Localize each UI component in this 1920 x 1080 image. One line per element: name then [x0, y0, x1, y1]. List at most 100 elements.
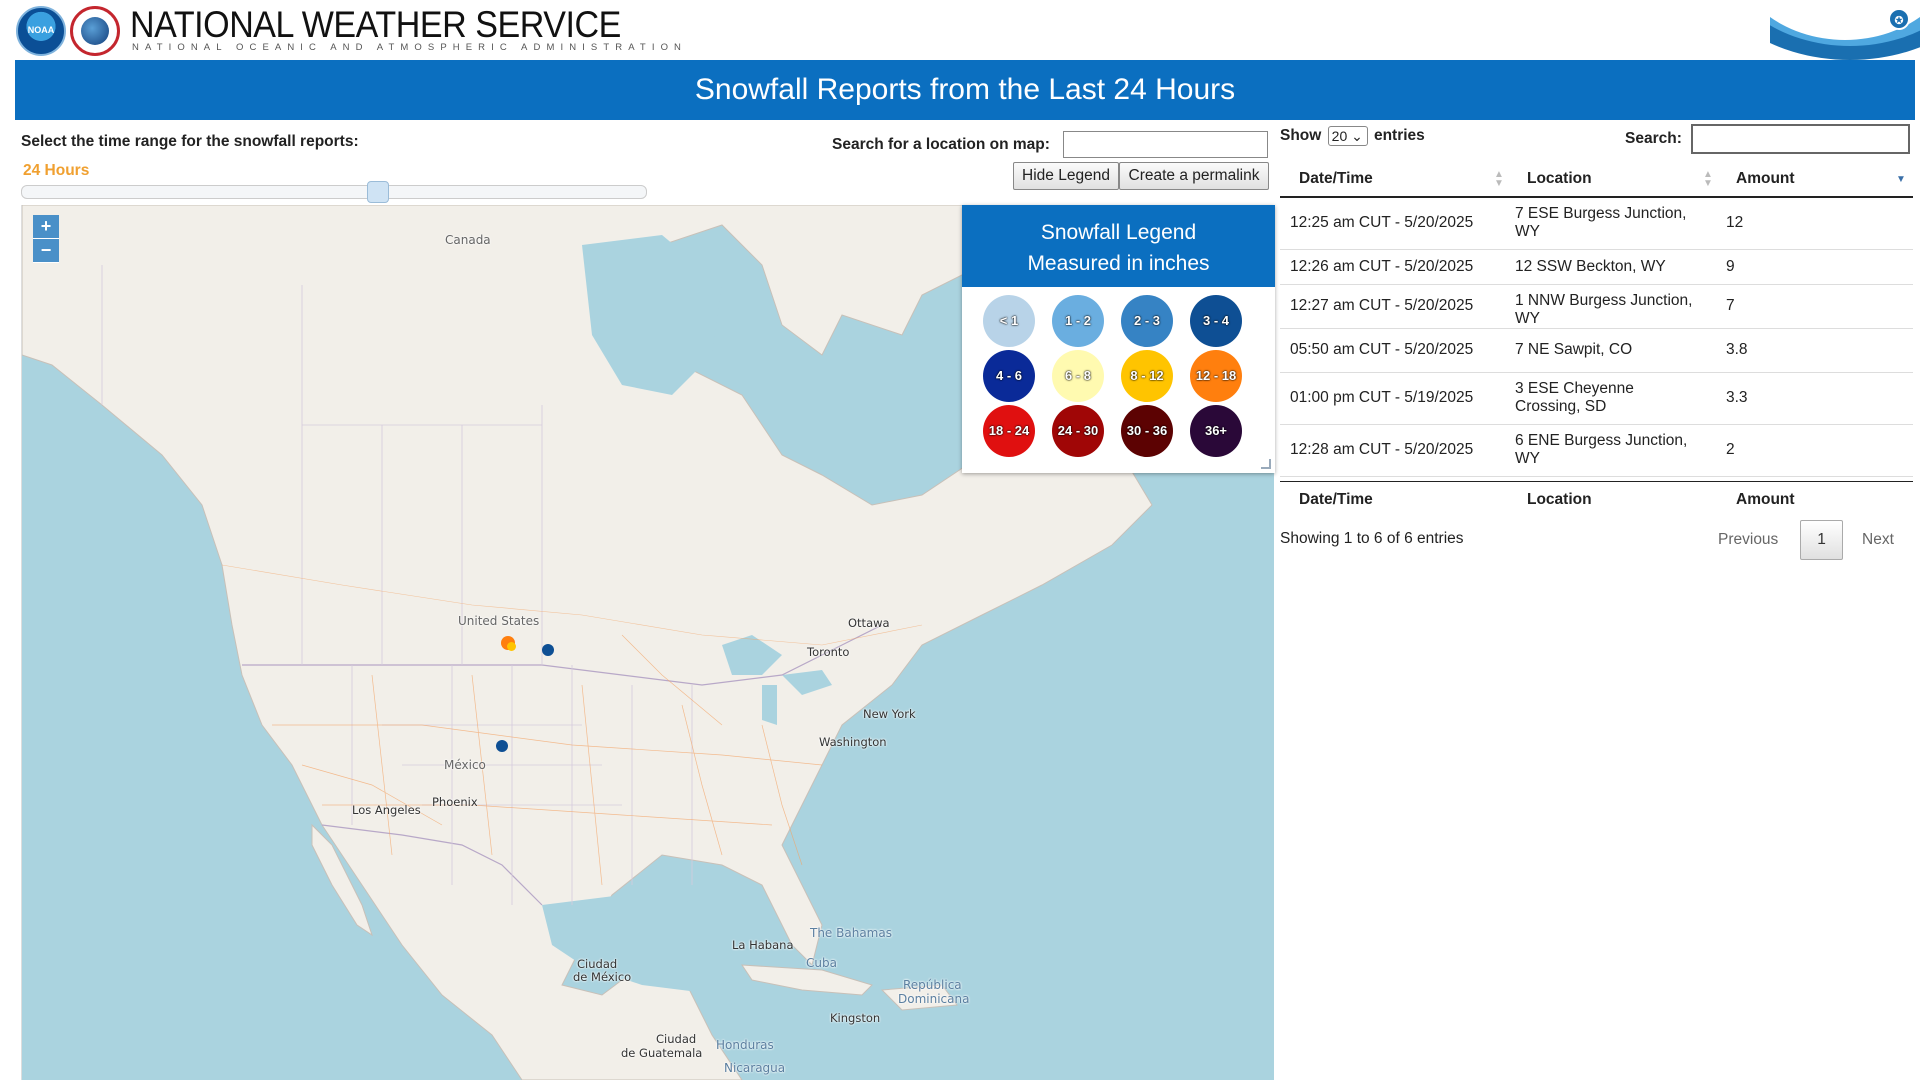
marker-3-3in[interactable] [542, 644, 554, 656]
cell-location-line2: WY [1515, 450, 1540, 467]
cell-location-line1: 7 ESE Burgess Junction, [1515, 205, 1687, 222]
cell-location-line1: 3 ESE Cheyenne [1515, 380, 1634, 397]
snowfall-legend: Snowfall Legend Measured in inches < 1 1 … [962, 205, 1275, 473]
table-row[interactable]: 12:27 am CUT - 5/20/2025 1 NNW Burgess Ju… [1280, 284, 1913, 329]
page-1-button[interactable]: 1 [1800, 520, 1843, 560]
time-range-value: 24 Hours [23, 162, 90, 179]
cell-location-line1: 6 ENE Burgess Junction, [1515, 432, 1688, 449]
table-row[interactable]: 05:50 am CUT - 5/20/2025 7 NE Sawpit, CO 3… [1280, 328, 1913, 373]
previous-page-button[interactable]: Previous [1718, 531, 1778, 549]
next-page-button[interactable]: Next [1862, 531, 1894, 549]
label-dominicana: Dominicana [898, 992, 970, 1006]
label-cuba: Cuba [806, 956, 837, 970]
zoom-out-button[interactable]: − [33, 239, 59, 263]
cell-datetime: 05:50 am CUT - 5/20/2025 [1290, 341, 1474, 358]
search-map-label: Search for a location on map: [832, 136, 1050, 153]
table-row[interactable]: 12:25 am CUT - 5/20/2025 7 ESE Burgess Ju… [1280, 197, 1913, 250]
site-header: NOAA NATIONAL WEATHER SERVICE NATIONAL O… [0, 0, 1920, 60]
cell-location-line2: WY [1515, 223, 1540, 240]
cell-amount: 3.8 [1726, 341, 1748, 358]
legend-item: 6 - 8 [1052, 350, 1104, 402]
entries-select[interactable]: 20 ⌄ [1327, 126, 1368, 146]
legend-header: Snowfall Legend Measured in inches [962, 205, 1275, 287]
marker-3-8in[interactable] [496, 740, 508, 752]
table-info: Showing 1 to 6 of 6 entries [1280, 530, 1464, 547]
create-permalink-button[interactable]: Create a permalink [1119, 162, 1269, 190]
legend-subtitle: Measured in inches [1027, 252, 1210, 275]
table-row[interactable]: 12:28 am CUT - 5/20/2025 6 ENE Burgess Ju… [1280, 424, 1913, 477]
label-ciudad-guatemala-2: de Guatemala [621, 1046, 703, 1060]
commerce-seal-icon[interactable]: ✪ [1888, 8, 1910, 30]
cell-amount: 7 [1726, 297, 1735, 314]
label-ciudad-mexico-1: Ciudad [577, 957, 618, 971]
legend-item: 4 - 6 [983, 350, 1035, 402]
search-map-input[interactable] [1063, 131, 1268, 158]
slider-handle[interactable] [367, 181, 389, 203]
legend-item: 2 - 3 [1121, 295, 1173, 347]
zoom-control: + − [33, 215, 59, 263]
cell-location: 7 ESE Burgess Junction, WY [1515, 205, 1715, 241]
header-swoosh: ✪ [1770, 0, 1920, 60]
noaa-logo-text: NOAA [27, 25, 55, 35]
time-range-slider[interactable] [21, 185, 647, 199]
cell-location-line1: 12 SSW Beckton, WY [1515, 258, 1666, 275]
cell-amount: 2 [1726, 441, 1735, 458]
table-row[interactable]: 01:00 pm CUT - 5/19/2025 3 ESE Cheyenne Cr… [1280, 372, 1913, 425]
legend-item: < 1 [983, 295, 1035, 347]
label-honduras: Honduras [716, 1038, 774, 1052]
noaa-logo-icon[interactable]: NOAA [16, 6, 66, 56]
label-new-york: New York [863, 707, 916, 721]
label-united-states: United States [458, 614, 540, 628]
label-ciudad-mexico-2: de México [573, 970, 632, 984]
legend-item: 3 - 4 [1190, 295, 1242, 347]
cell-location: 1 NNW Burgess Junction, WY [1515, 292, 1715, 328]
legend-title: Snowfall Legend [1040, 221, 1197, 244]
show-label: Show [1280, 127, 1322, 145]
sort-both-icon[interactable]: ▲ ▼ [1703, 170, 1713, 189]
footer-amount: Amount [1736, 491, 1795, 508]
label-the-bahamas: The Bahamas [810, 926, 892, 940]
legend-item: 36+ [1190, 405, 1242, 457]
table-header: Date/Time ▲ ▼ Location ▲ ▼ Amount ▼ [1280, 162, 1913, 198]
cell-amount: 3.3 [1726, 389, 1748, 406]
cell-location: 7 NE Sawpit, CO [1515, 341, 1715, 359]
sort-desc-icon[interactable]: ▼ [1896, 175, 1906, 185]
table-footer: Date/Time Location Amount [1280, 481, 1913, 518]
label-ottawa: Ottawa [848, 616, 890, 630]
sort-both-icon[interactable]: ▲ ▼ [1494, 170, 1504, 189]
legend-item: 1 - 2 [1052, 295, 1104, 347]
column-header-datetime[interactable]: Date/Time [1299, 170, 1373, 188]
resize-handle-icon[interactable] [1261, 459, 1271, 469]
label-toronto: Toronto [807, 645, 850, 659]
page-title: Snowfall Reports from the Last 24 Hours [15, 60, 1915, 120]
hide-legend-button[interactable]: Hide Legend [1013, 162, 1119, 190]
label-la-habana: La Habana [732, 938, 794, 952]
label-phoenix: Phoenix [432, 795, 478, 809]
zoom-in-button[interactable]: + [33, 215, 59, 239]
label-kingston: Kingston [830, 1011, 881, 1025]
cell-location-line1: 1 NNW Burgess Junction, [1515, 292, 1693, 309]
cell-location-line2: WY [1515, 310, 1540, 327]
nws-logo-icon[interactable] [70, 6, 120, 56]
agency-title[interactable]: NATIONAL WEATHER SERVICE [130, 4, 621, 46]
cell-datetime: 12:26 am CUT - 5/20/2025 [1290, 258, 1474, 275]
column-header-location[interactable]: Location [1527, 170, 1592, 188]
cell-location-line1: 7 NE Sawpit, CO [1515, 341, 1633, 358]
column-header-amount[interactable]: Amount [1736, 170, 1795, 188]
nws-logo-inner [81, 17, 109, 45]
cell-datetime: 12:28 am CUT - 5/20/2025 [1290, 441, 1474, 458]
label-nicaragua: Nicaragua [724, 1061, 786, 1075]
cell-amount: 12 [1726, 214, 1744, 231]
table-search-label: Search: [1625, 130, 1682, 147]
table-row[interactable]: 12:26 am CUT - 5/20/2025 12 SSW Beckton, … [1280, 249, 1913, 285]
legend-item: 12 - 18 [1190, 350, 1242, 402]
cell-amount: 9 [1726, 258, 1735, 275]
legend-item: 8 - 12 [1121, 350, 1173, 402]
cell-location: 6 ENE Burgess Junction, WY [1515, 432, 1715, 468]
marker-9in[interactable] [507, 642, 516, 651]
entries-select-value: 20 [1331, 128, 1348, 144]
label-mexico: México [444, 758, 486, 772]
label-los-angeles: Los Angeles [352, 803, 421, 817]
cell-datetime: 01:00 pm CUT - 5/19/2025 [1290, 389, 1474, 406]
table-search-input[interactable] [1691, 124, 1910, 154]
